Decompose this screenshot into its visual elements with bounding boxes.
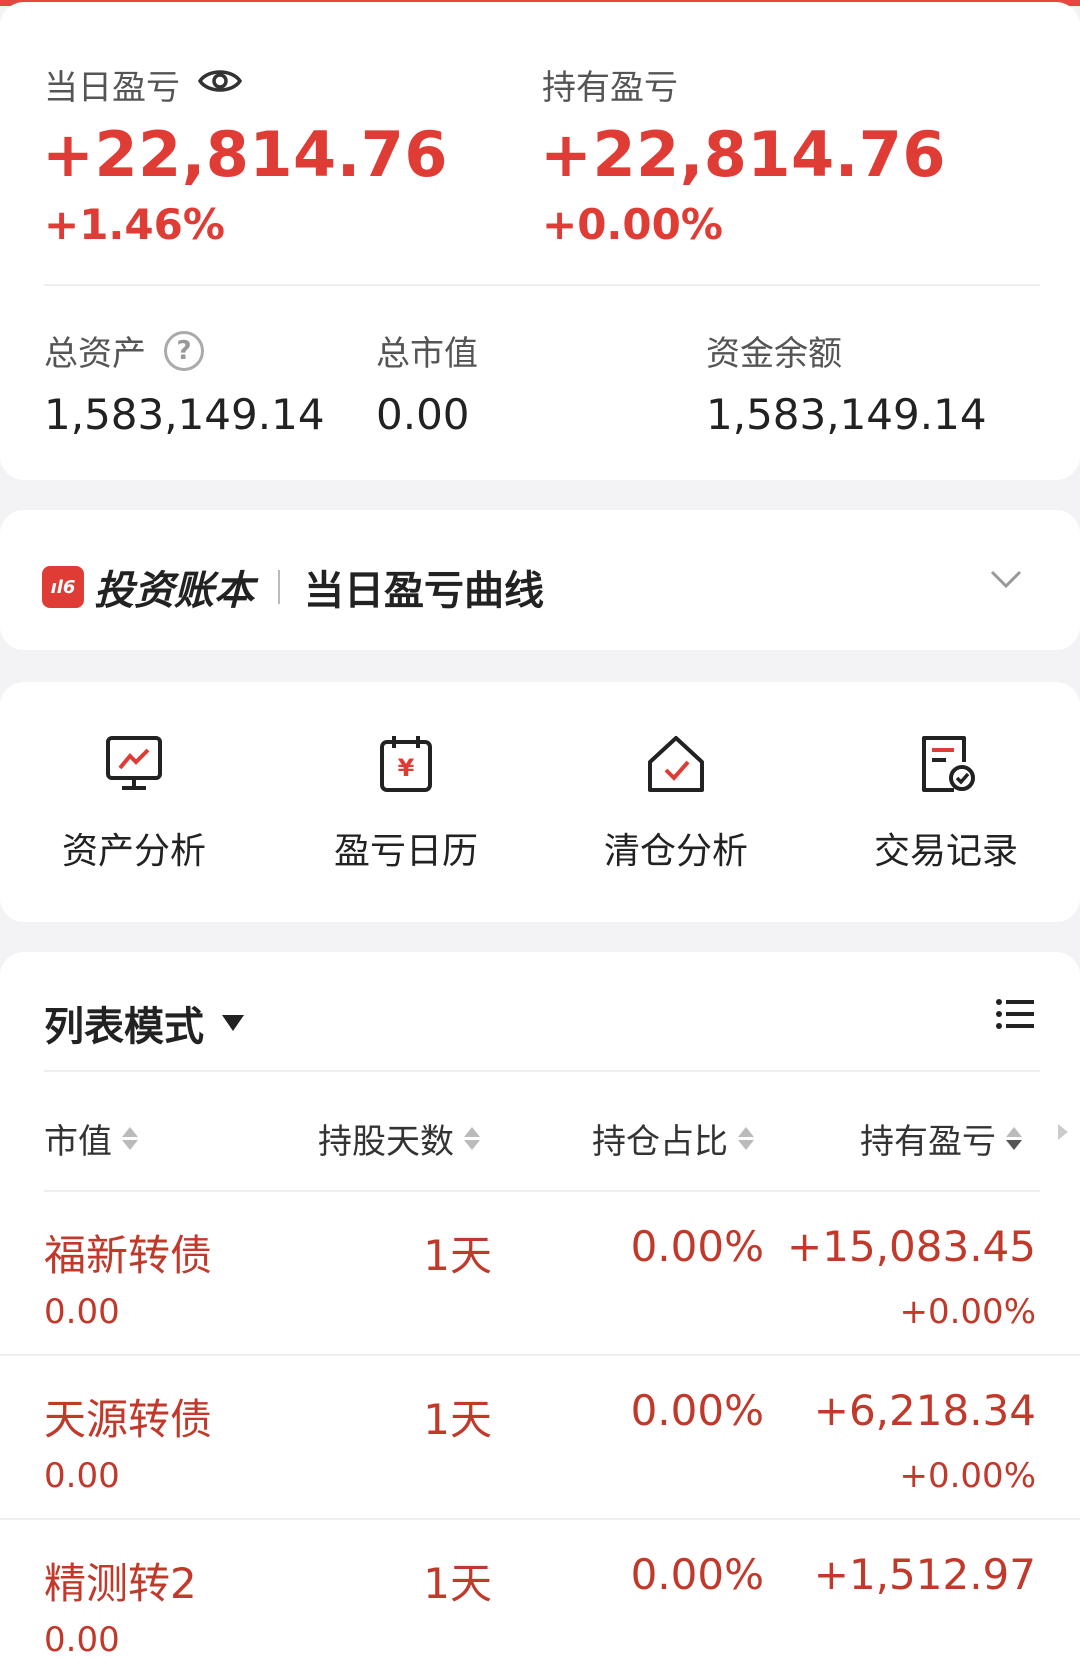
bond-holding-days: 1天 [423, 1559, 492, 1608]
list-menu-icon[interactable] [996, 998, 1034, 1030]
scroll-right-icon[interactable] [1058, 1124, 1068, 1140]
account-summary-card: 当日盈亏 +22,814.76 +1.46% 持有盈亏 +22,814.76 +… [0, 2, 1080, 480]
market-value-label-text: 总市值 [376, 334, 478, 374]
list-mode-label: 列表模式 [44, 1004, 204, 1050]
bond-position-ratio: 0.00% [630, 1386, 764, 1435]
monitor-chart-icon [106, 736, 162, 790]
tool-asset-analysis-label: 资产分析 [61, 831, 206, 872]
total-assets-value: 1,583,149.14 [44, 390, 325, 439]
tool-asset-analysis[interactable]: 资产分析 [24, 732, 244, 874]
market-value-value: 0.00 [376, 390, 470, 439]
table-row[interactable]: 精测转2 0.00 1天 0.00% +1,512.97 [0, 1520, 1080, 1671]
tools-card: 资产分析 ¥ 盈亏日历 清仓分析 交易记录 [0, 682, 1080, 922]
table-row[interactable]: 福新转债 0.00 1天 0.00% +15,083.45 +0.00% [0, 1192, 1080, 1356]
daily-pl-label-group: 当日盈亏 [44, 60, 243, 109]
column-holding-pl-label: 持有盈亏 [860, 1122, 996, 1162]
bond-holding-pl: +15,083.45 [787, 1222, 1036, 1271]
tool-pl-calendar-label: 盈亏日历 [333, 831, 478, 872]
bond-holding-pl: +1,512.97 [813, 1550, 1036, 1599]
document-check-icon [922, 736, 975, 792]
tool-trade-records-label: 交易记录 [873, 831, 1018, 872]
eye-icon[interactable] [197, 65, 243, 105]
bond-position-ratio: 0.00% [630, 1550, 764, 1599]
column-holding-pl[interactable]: 持有盈亏 [860, 1114, 1022, 1163]
holdings-list-card: 列表模式 市值 持股天数 持仓占比 持有盈亏 福新转债 0.00 1天 0.00… [0, 952, 1080, 1671]
column-position-ratio[interactable]: 持仓占比 [592, 1114, 754, 1163]
investment-ledger-card[interactable]: ıl6 投资账本 当日盈亏曲线 [0, 510, 1080, 650]
holding-pl-value: +22,814.76 [540, 118, 947, 191]
help-icon[interactable]: ? [164, 330, 204, 371]
tool-clearance-analysis-label: 清仓分析 [603, 831, 748, 872]
bond-name: 天源转债 [44, 1395, 213, 1444]
caret-down-icon [222, 1015, 244, 1031]
column-holding-days-label: 持股天数 [318, 1122, 454, 1162]
tool-clearance-analysis[interactable]: 清仓分析 [566, 732, 786, 874]
tool-trade-records[interactable]: 交易记录 [836, 732, 1056, 874]
column-holding-days[interactable]: 持股天数 [318, 1114, 480, 1163]
bond-holding-pl: +6,218.34 [813, 1386, 1036, 1435]
holding-pl-percent: +0.00% [542, 200, 723, 249]
bond-name: 精测转2 [44, 1559, 197, 1608]
sort-icon [464, 1127, 480, 1150]
bond-position-ratio: 0.00% [630, 1222, 764, 1271]
bond-holding-days: 1天 [423, 1395, 492, 1444]
sort-icon [122, 1127, 138, 1150]
ledger-logo-text: 投资账本 [94, 568, 254, 614]
total-assets-label-group: 总资产 ? [44, 326, 204, 375]
sort-icon [1006, 1127, 1022, 1150]
svg-text:¥: ¥ [398, 754, 415, 782]
ledger-logo-icon: ıl6 [42, 566, 84, 608]
bond-holding-pl-percent: +0.00% [899, 1292, 1037, 1332]
bond-market-value: 0.00 [44, 1620, 120, 1660]
bond-holding-pl-percent: +0.00% [899, 1456, 1037, 1496]
list-header-divider [44, 1070, 1040, 1072]
column-market-value[interactable]: 市值 [44, 1114, 138, 1163]
table-row[interactable]: 天源转债 0.00 1天 0.00% +6,218.34 +0.00% [0, 1356, 1080, 1520]
market-value-label: 总市值 [376, 326, 478, 375]
holding-pl-label: 持有盈亏 [542, 60, 678, 109]
cash-balance-label-text: 资金余额 [706, 334, 842, 374]
daily-pl-percent: +1.46% [44, 200, 225, 249]
bond-market-value: 0.00 [44, 1292, 120, 1332]
calendar-yen-icon: ¥ [380, 736, 432, 792]
bond-market-value: 0.00 [44, 1456, 120, 1496]
column-market-value-label: 市值 [44, 1122, 112, 1162]
house-check-icon [648, 736, 704, 792]
cash-balance-value: 1,583,149.14 [706, 390, 987, 439]
daily-pl-label: 当日盈亏 [44, 68, 180, 108]
bond-name: 福新转债 [44, 1231, 213, 1280]
sort-icon [738, 1127, 754, 1150]
total-assets-label: 总资产 [44, 334, 146, 374]
ledger-subtitle: 当日盈亏曲线 [304, 568, 544, 614]
column-position-ratio-label: 持仓占比 [592, 1122, 728, 1162]
ledger-separator [278, 570, 280, 604]
daily-pl-value: +22,814.76 [42, 118, 449, 191]
summary-divider [44, 284, 1040, 286]
holding-pl-label-text: 持有盈亏 [542, 68, 678, 108]
chevron-down-icon[interactable] [988, 560, 1024, 596]
ledger-header: ıl6 投资账本 当日盈亏曲线 [42, 558, 544, 616]
cash-balance-label: 资金余额 [706, 326, 842, 375]
bond-holding-days: 1天 [423, 1231, 492, 1280]
tool-pl-calendar[interactable]: ¥ 盈亏日历 [296, 732, 516, 874]
list-mode-dropdown[interactable]: 列表模式 [44, 994, 244, 1052]
